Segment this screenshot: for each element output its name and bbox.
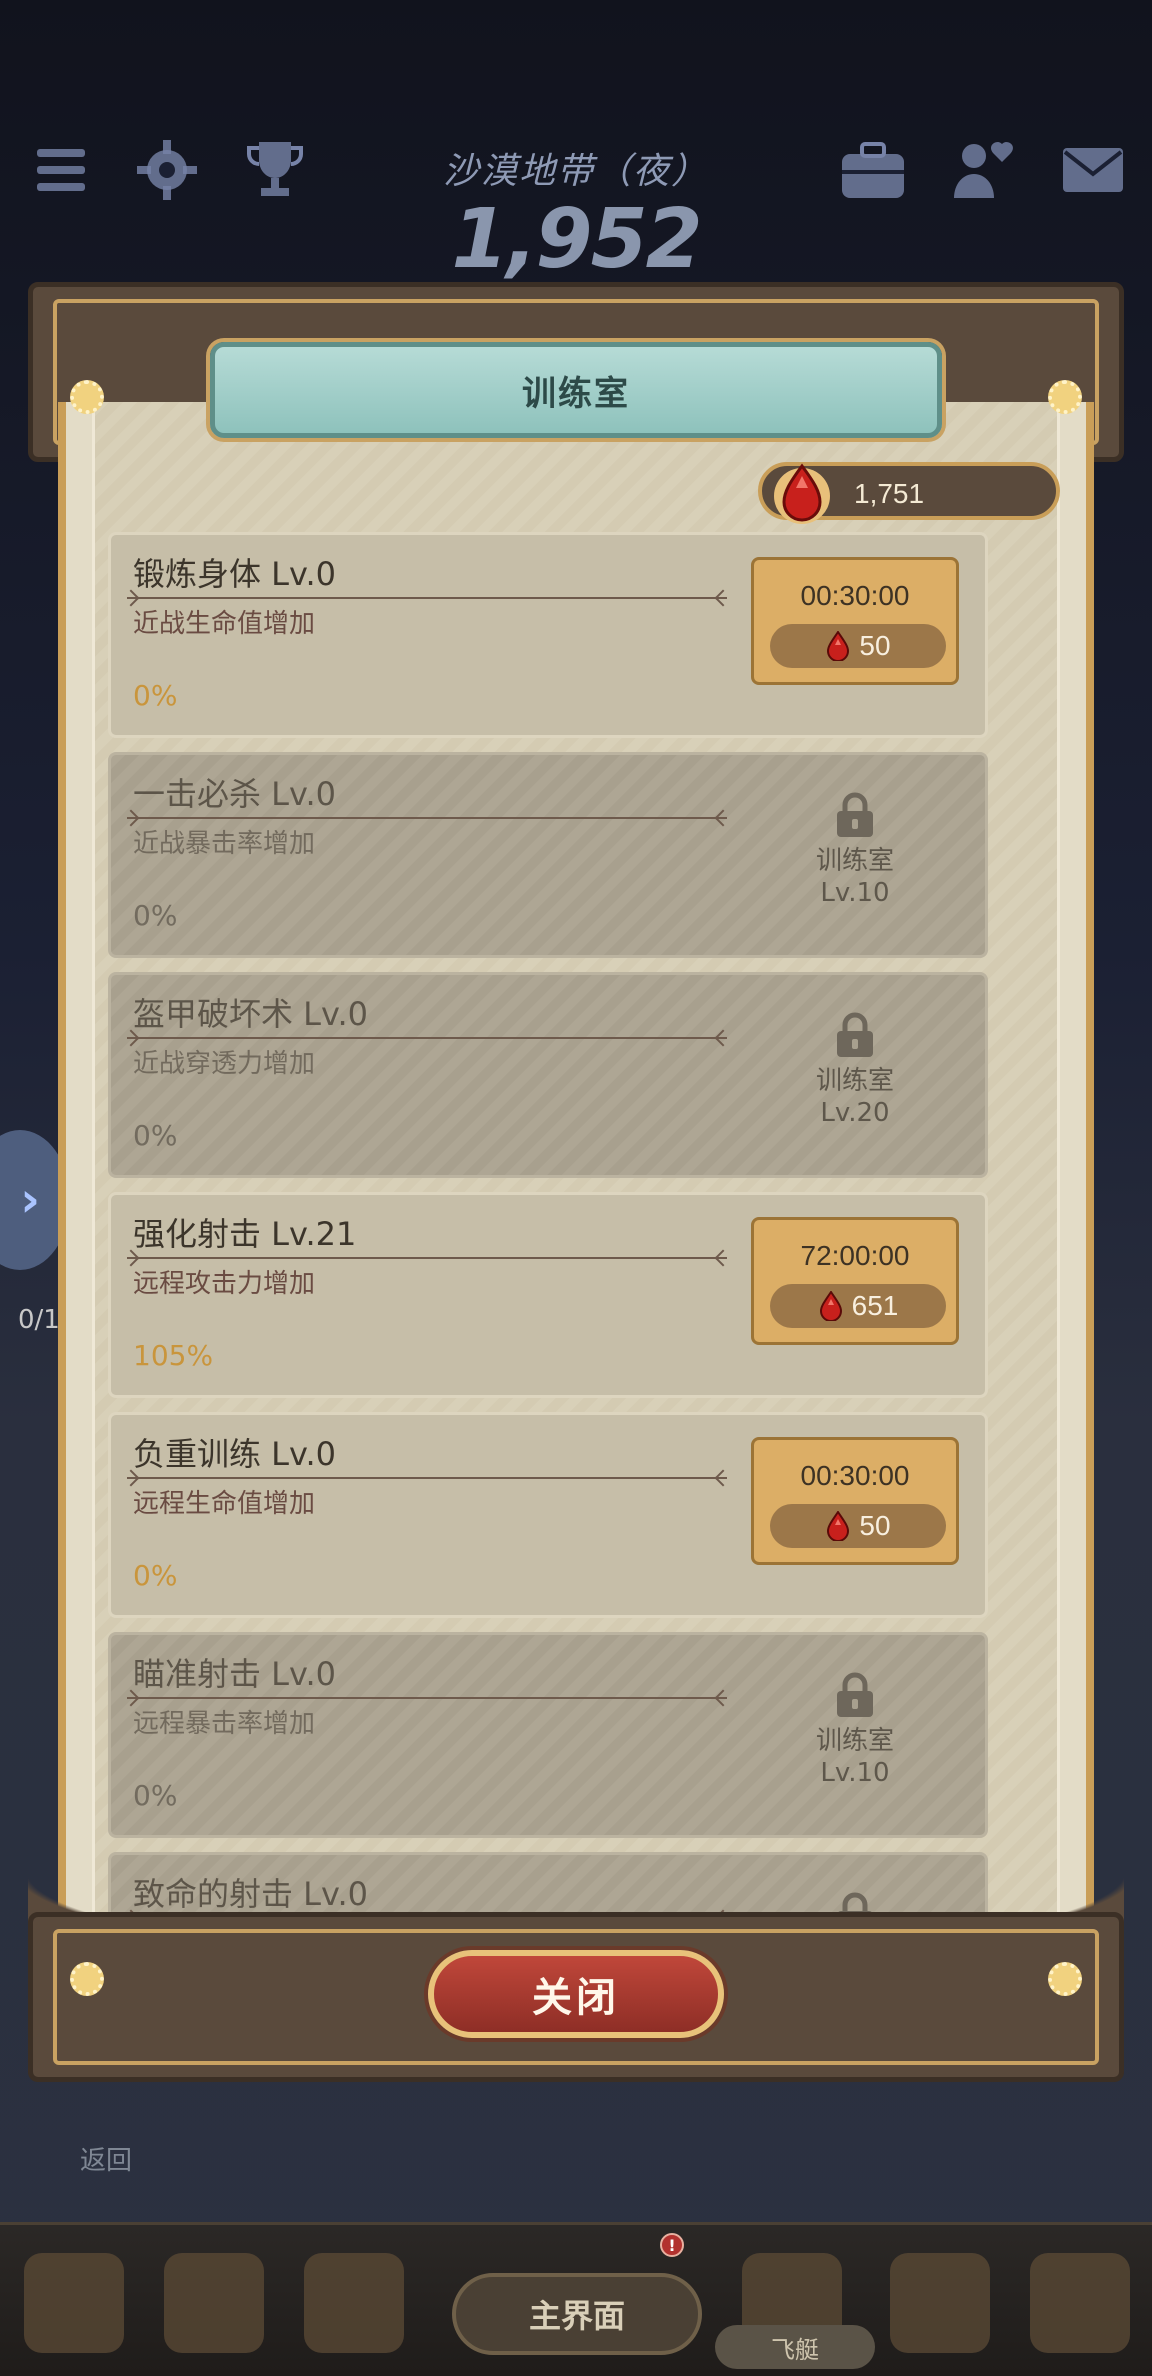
gear-ornament-icon <box>70 380 104 414</box>
lock-icon <box>837 792 873 837</box>
train-button[interactable]: 00:30:00 50 <box>751 1437 959 1565</box>
training-name: 瞄准射击 Lv.0 <box>133 1655 336 1693</box>
training-list[interactable]: 锻炼身体 Lv.0 近战生命值增加 0% 00:30:00 50 一击必杀 Lv.0 近战暴… <box>108 532 988 1912</box>
divider-line <box>127 1477 727 1479</box>
training-bonus-percent: 105% <box>133 1339 214 1372</box>
nav-banner-icon[interactable] <box>304 2253 404 2353</box>
ruby-icon <box>819 1291 842 1321</box>
gear-ornament-icon <box>1048 1962 1082 1996</box>
train-cost-pill: 50 <box>770 1504 946 1548</box>
ruby-icon <box>774 463 830 524</box>
lock-icon <box>837 1012 873 1057</box>
lock-requirement: 训练室 Lv.10 <box>751 1671 959 1789</box>
lock-level-label: Lv.10 <box>820 1758 890 1788</box>
training-item[interactable]: 强化射击 Lv.21 远程攻击力增加 105% 72:00:00 651 <box>108 1192 988 1398</box>
toolbox-icon[interactable] <box>838 135 908 205</box>
lock-room-label: 训练室 <box>815 1726 894 1756</box>
lock-level-label: Lv.20 <box>820 1098 890 1128</box>
training-bonus-percent: 0% <box>133 1779 178 1812</box>
training-name: 负重训练 Lv.0 <box>133 1435 336 1473</box>
lock-level-label: Lv.10 <box>820 878 890 908</box>
training-item[interactable]: 致命的射击 Lv.0 <box>108 1852 988 1912</box>
train-cost: 50 <box>859 1510 891 1541</box>
gear-ornament-icon <box>1048 380 1082 414</box>
friends-icon[interactable] <box>950 135 1020 205</box>
nav-shop-icon[interactable] <box>1030 2253 1130 2353</box>
train-duration: 00:30:00 <box>800 1460 910 1491</box>
lock-room-label: 训练室 <box>815 1066 894 1096</box>
currency-value: 1,751 <box>854 478 925 509</box>
training-description: 近战暴击率增加 <box>133 829 316 859</box>
lock-icon <box>837 1672 873 1717</box>
modal-title: 训练室 <box>522 373 630 414</box>
mail-icon[interactable] <box>1058 135 1128 205</box>
training-item[interactable]: 锻炼身体 Lv.0 近战生命值增加 0% 00:30:00 50 <box>108 532 988 738</box>
score-display: 1,952 <box>451 192 702 287</box>
training-bonus-percent: 0% <box>133 679 178 712</box>
nav-tower-icon[interactable] <box>890 2253 990 2353</box>
training-item[interactable]: 瞄准射击 Lv.0 远程暴击率增加 0% 训练室 Lv.10 <box>108 1632 988 1838</box>
training-bonus-percent: 0% <box>133 899 178 932</box>
divider-line <box>127 1257 727 1259</box>
training-bonus-percent: 0% <box>133 1119 178 1152</box>
lock-icon <box>838 1892 872 1912</box>
training-description: 远程生命值增加 <box>133 1489 316 1519</box>
train-cost: 651 <box>851 1290 899 1321</box>
notification-badge: ! <box>660 2233 684 2257</box>
airship-label: 飞艇 <box>715 2325 875 2369</box>
back-label[interactable]: 返回 <box>80 2140 132 2177</box>
ruby-icon <box>827 1511 850 1541</box>
nav-propeller-icon[interactable] <box>164 2253 264 2353</box>
lock-requirement <box>751 1891 959 1912</box>
train-button[interactable]: 00:30:00 50 <box>751 557 959 685</box>
train-button[interactable]: 72:00:00 651 <box>751 1217 959 1345</box>
main-screen-button[interactable]: 主界面 <box>452 2273 702 2355</box>
training-description: 远程攻击力增加 <box>133 1269 316 1299</box>
training-name: 锻炼身体 Lv.0 <box>133 555 336 593</box>
train-cost: 50 <box>859 630 891 661</box>
train-duration: 72:00:00 <box>800 1240 910 1271</box>
training-name: 致命的射击 Lv.0 <box>133 1875 368 1912</box>
close-label: 关闭 <box>532 1975 620 2021</box>
divider-line <box>127 597 727 599</box>
divider-line <box>127 817 727 819</box>
currency-display: 1,751 <box>758 462 1060 524</box>
training-name: 盔甲破坏术 Lv.0 <box>133 995 368 1033</box>
train-cost-pill: 50 <box>770 624 946 668</box>
lock-requirement: 训练室 Lv.20 <box>751 1011 959 1129</box>
gear-ornament-icon <box>70 1962 104 1996</box>
divider-line <box>127 1697 727 1699</box>
training-description: 近战穿透力增加 <box>133 1049 316 1079</box>
training-item[interactable]: 盔甲破坏术 Lv.0 近战穿透力增加 0% 训练室 Lv.20 <box>108 972 988 1178</box>
training-item[interactable]: 负重训练 Lv.0 远程生命值增加 0% 00:30:00 50 <box>108 1412 988 1618</box>
training-name: 强化射击 Lv.21 <box>133 1215 357 1253</box>
training-item[interactable]: 一击必杀 Lv.0 近战暴击率增加 0% 训练室 Lv.10 <box>108 752 988 958</box>
nav-equipment-icon[interactable] <box>24 2253 124 2353</box>
bottom-nav: 主界面 ! 飞艇 <box>0 2222 1152 2376</box>
training-bonus-percent: 0% <box>133 1559 178 1592</box>
training-description: 远程暴击率增加 <box>133 1709 316 1739</box>
training-name: 一击必杀 Lv.0 <box>133 775 336 813</box>
lock-room-label: 训练室 <box>815 846 894 876</box>
training-description: 近战生命值增加 <box>133 609 316 639</box>
main-screen-label: 主界面 <box>528 2297 625 2335</box>
title-banner: 训练室 <box>210 342 942 438</box>
divider-line <box>127 1037 727 1039</box>
train-duration: 00:30:00 <box>800 580 910 611</box>
lock-requirement: 训练室 Lv.10 <box>751 791 959 909</box>
ruby-icon <box>827 631 850 661</box>
train-cost-pill: 651 <box>770 1284 946 1328</box>
close-button[interactable]: 关闭 <box>428 1950 724 2038</box>
